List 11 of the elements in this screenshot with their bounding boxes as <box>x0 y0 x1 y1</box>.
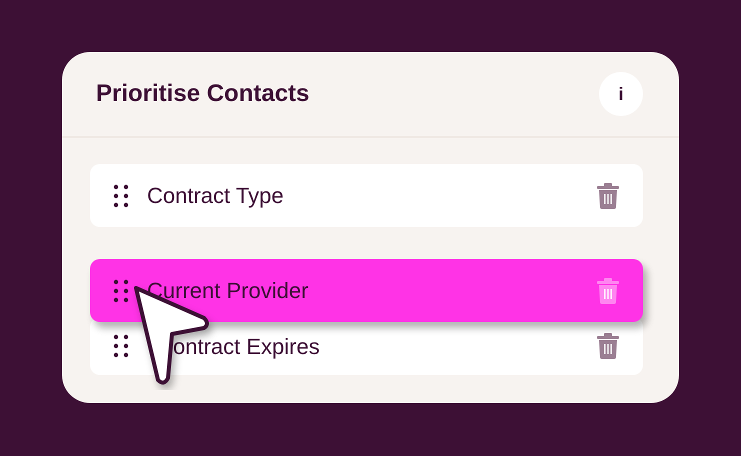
drag-handle-icon[interactable] <box>113 278 129 302</box>
drag-handle-icon[interactable] <box>113 184 129 208</box>
row-label: Contract Type <box>147 182 285 210</box>
list-row[interactable]: Contract Type <box>90 164 643 227</box>
delete-button[interactable] <box>597 182 619 208</box>
delete-button[interactable] <box>597 333 619 359</box>
row-label: ontract Expires <box>173 332 321 361</box>
info-button[interactable]: i <box>599 72 643 116</box>
delete-button[interactable] <box>597 278 619 304</box>
drag-handle-icon[interactable] <box>113 334 129 358</box>
panel-title: Prioritise Contacts <box>96 79 310 109</box>
